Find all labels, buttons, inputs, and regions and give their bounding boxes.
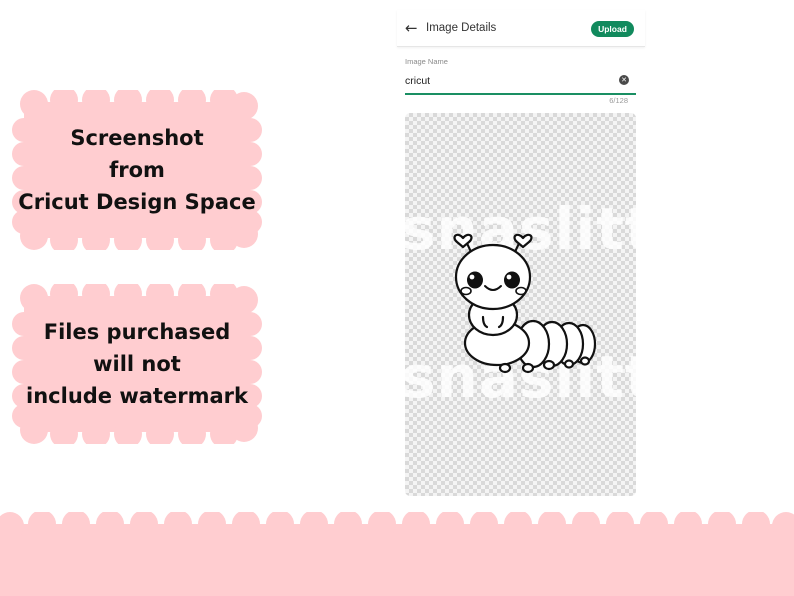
image-preview: snaslittl snaslittl — [405, 113, 636, 496]
badge-text: Screenshot from Cricut Design Space — [18, 126, 256, 214]
badge-text: Files purchased will not include waterma… — [26, 320, 248, 408]
bottom-scalloped-band — [0, 512, 794, 596]
info-badge-screenshot: Screenshot from Cricut Design Space — [12, 90, 262, 250]
page-title: Image Details — [426, 22, 497, 34]
image-details-panel: ← Image Details Upload Image Name ✕ 6/12… — [397, 10, 645, 500]
upload-button[interactable]: Upload — [591, 21, 634, 37]
clear-icon[interactable]: ✕ — [619, 75, 629, 85]
panel-header: ← Image Details Upload — [397, 10, 645, 47]
arrow-left-icon[interactable]: ← — [405, 20, 418, 36]
input-underline — [405, 93, 636, 95]
caterpillar-illustration — [453, 233, 597, 374]
character-count: 6/128 — [609, 96, 628, 105]
image-name-label: Image Name — [405, 57, 448, 66]
image-name-input[interactable] — [404, 71, 615, 91]
info-badge-watermark: Files purchased will not include waterma… — [12, 284, 262, 444]
